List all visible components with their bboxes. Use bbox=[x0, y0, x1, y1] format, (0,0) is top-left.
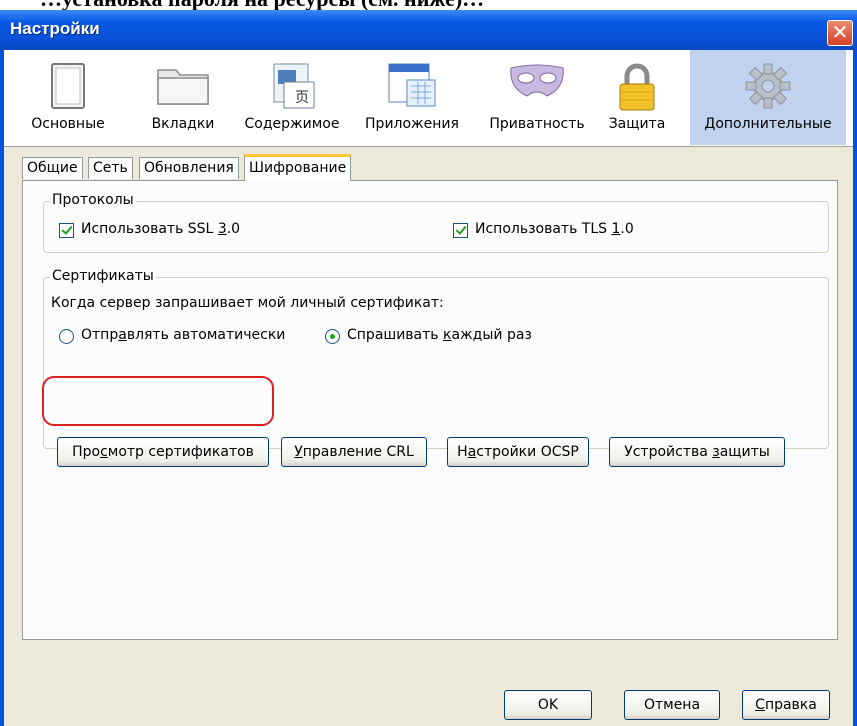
radio-auto-accesskey: а bbox=[118, 327, 127, 343]
pane-toolbar: Основные Вкладки 页 Содержимое Приложения… bbox=[4, 50, 853, 147]
tab-updates[interactable]: Обновления bbox=[139, 157, 239, 179]
pane-privacy[interactable]: Приватность bbox=[478, 50, 596, 145]
radio-send-automatically-label[interactable]: Отправлять автоматически bbox=[81, 327, 285, 343]
tab-network[interactable]: Сеть bbox=[88, 157, 133, 179]
pane-label: Приложения bbox=[365, 116, 459, 132]
tls-label[interactable]: Использовать TLS 1.0 bbox=[475, 221, 634, 237]
folder-tabs-icon bbox=[157, 69, 209, 105]
radio-auto-suffix: влять автоматически bbox=[126, 327, 286, 343]
ssl-label-text: Использовать SSL bbox=[81, 221, 218, 237]
window-icon bbox=[51, 63, 85, 109]
svg-text:页: 页 bbox=[295, 90, 309, 106]
highlight-annotation bbox=[42, 376, 274, 426]
btn-accesskey: с bbox=[100, 444, 108, 460]
radio-send-automatically[interactable] bbox=[59, 329, 74, 344]
btn-text-suffix: стройки OCSP bbox=[476, 444, 579, 460]
pane-main[interactable]: Основные bbox=[14, 50, 122, 145]
tab-general[interactable]: Общие bbox=[22, 157, 83, 179]
pane-label: Защита bbox=[608, 116, 666, 132]
btn-accesskey: з bbox=[712, 444, 720, 460]
btn-accesskey: У bbox=[294, 444, 303, 460]
btn-text-suffix: правка bbox=[764, 697, 817, 713]
pane-label: Содержимое bbox=[244, 116, 340, 132]
pane-content[interactable]: 页 Содержимое bbox=[236, 50, 348, 145]
btn-text-suffix: ащиты bbox=[719, 444, 770, 460]
certificates-legend: Сертификаты bbox=[50, 268, 156, 284]
btn-accesskey: а bbox=[467, 444, 477, 460]
close-button[interactable]: ✕ bbox=[827, 20, 853, 46]
tab-encryption[interactable]: Шифрование bbox=[244, 154, 352, 181]
settings-window: Настройки ✕ Основные Вкладки 页 Содержимо… bbox=[0, 10, 857, 726]
ssl-label-suffix: .0 bbox=[226, 221, 241, 237]
tls-label-text: Использовать TLS bbox=[475, 221, 612, 237]
security-devices-button[interactable]: Устройства защиты bbox=[609, 437, 785, 467]
cancel-button[interactable]: Отмена bbox=[624, 690, 720, 720]
btn-text-suffix: мотр сертификатов bbox=[107, 444, 254, 460]
pane-applications[interactable]: Приложения bbox=[356, 50, 468, 145]
view-certificates-button[interactable]: Просмотр сертификатов bbox=[57, 437, 269, 467]
tls-checkbox[interactable] bbox=[453, 223, 468, 238]
ssl-label[interactable]: Использовать SSL 3.0 bbox=[81, 221, 240, 237]
pane-label: Вкладки bbox=[151, 116, 215, 132]
gear-icon bbox=[745, 63, 791, 109]
radio-ask-every-time-label[interactable]: Спрашивать каждый раз bbox=[347, 327, 532, 343]
pane-advanced[interactable]: Дополнительные bbox=[690, 50, 846, 145]
ok-button[interactable]: OK bbox=[504, 690, 592, 720]
pane-label: Приватность bbox=[489, 116, 585, 132]
protocols-legend: Протоколы bbox=[50, 192, 136, 208]
btn-text: Н bbox=[457, 444, 468, 460]
radio-ask-suffix: аждый раз bbox=[451, 327, 532, 343]
pane-security[interactable]: Защита bbox=[602, 50, 672, 145]
radio-ask-text: Спрашивать bbox=[347, 327, 443, 343]
mask-icon bbox=[510, 64, 564, 97]
btn-text-suffix: правление CRL bbox=[302, 444, 414, 460]
ocsp-settings-button[interactable]: Настройки OCSP bbox=[447, 437, 589, 467]
help-button[interactable]: Справка bbox=[742, 690, 830, 720]
title-bar[interactable]: Настройки ✕ bbox=[0, 10, 857, 50]
btn-accesskey: С bbox=[755, 697, 765, 713]
close-icon: ✕ bbox=[831, 20, 849, 44]
radio-ask-every-time[interactable] bbox=[325, 329, 340, 344]
window-title: Настройки bbox=[10, 19, 100, 38]
btn-text: Про bbox=[72, 444, 101, 460]
ssl-checkbox[interactable] bbox=[59, 223, 74, 238]
lock-icon bbox=[619, 63, 655, 111]
btn-text: Устройства bbox=[624, 444, 713, 460]
pane-tabs[interactable]: Вкладки bbox=[140, 50, 226, 145]
content-icon: 页 bbox=[273, 63, 315, 109]
radio-auto-text: Отпр bbox=[81, 327, 119, 343]
tls-label-suffix: .0 bbox=[620, 221, 634, 237]
pane-label: Основные bbox=[31, 116, 105, 132]
manage-crl-button[interactable]: Управление CRL bbox=[281, 437, 427, 467]
certificate-prompt: Когда сервер запрашивает мой личный серт… bbox=[51, 295, 444, 311]
ssl-accesskey: 3 bbox=[217, 221, 227, 237]
applications-icon bbox=[388, 63, 436, 107]
pane-label: Дополнительные bbox=[704, 116, 832, 132]
